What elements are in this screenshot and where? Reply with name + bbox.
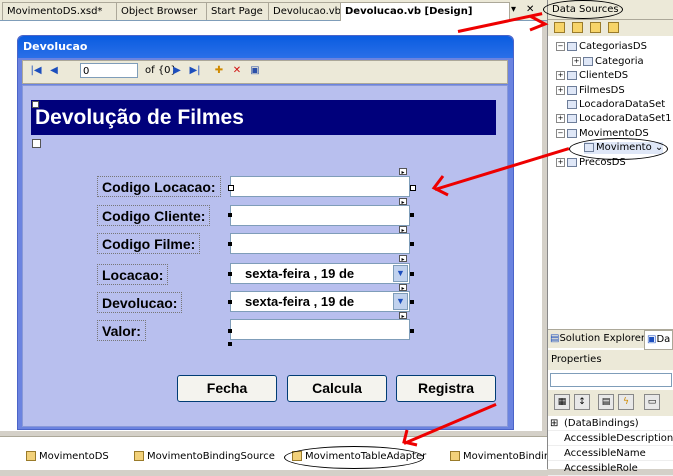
arrowhead-icon: [431, 175, 449, 197]
annotation-arrowheads: [402, 14, 549, 447]
arrowhead-icon: [402, 429, 418, 447]
arrowhead-icon: [529, 14, 549, 32]
